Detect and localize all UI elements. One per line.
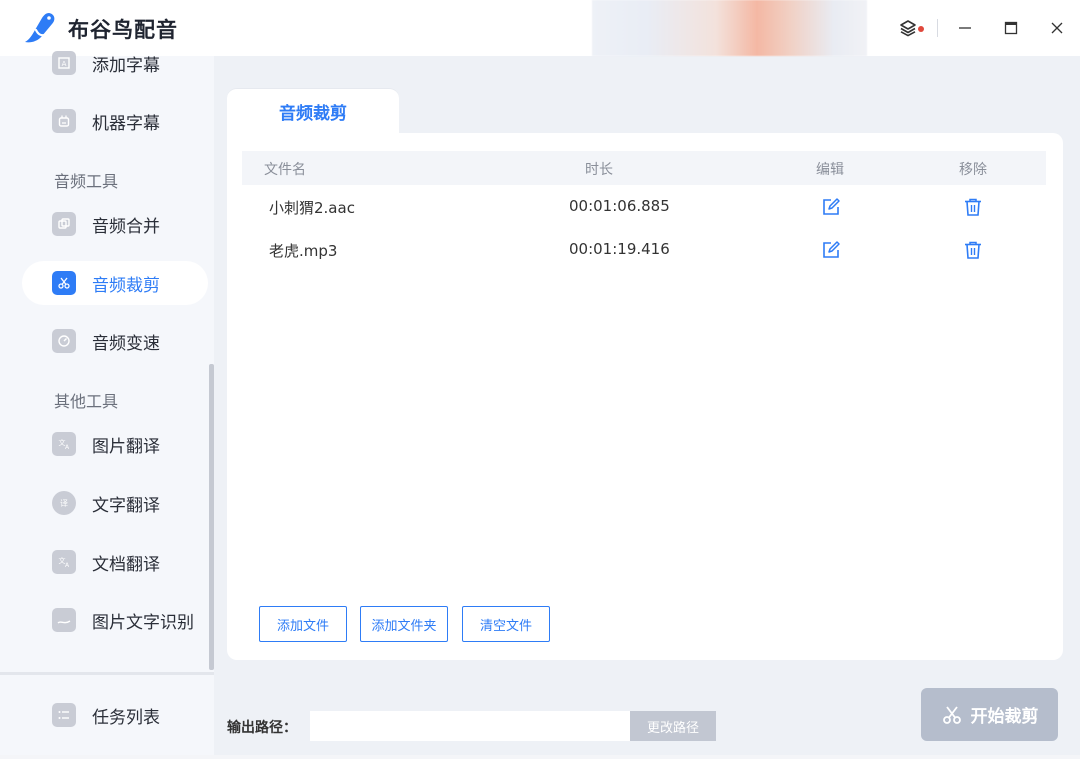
header-duration: 时长 — [585, 162, 613, 178]
table-row: 小刺猬2.aac 00:01:06.885 — [242, 187, 1046, 227]
sidebar-item-audio-cut[interactable]: 音频裁剪 — [22, 261, 208, 305]
svg-text:A: A — [65, 444, 70, 451]
table-row: 老虎.mp3 00:01:19.416 — [242, 230, 1046, 270]
sidebar-item-document-translate[interactable]: 文A 文档翻译 — [22, 540, 208, 584]
layers-button[interactable] — [885, 0, 931, 56]
edit-button[interactable] — [819, 195, 843, 219]
app-title: 布谷鸟配音 — [68, 18, 178, 42]
sidebar-item-label: 音频裁剪 — [92, 275, 160, 296]
close-button[interactable] — [1034, 0, 1080, 56]
sidebar-item-label: 图片文字识别 — [92, 612, 194, 633]
blurred-banner — [592, 0, 867, 56]
scissors-icon — [52, 271, 76, 295]
sidebar-scrollbar[interactable] — [209, 364, 214, 670]
start-cut-label: 开始裁剪 — [970, 707, 1039, 727]
task-list-icon — [52, 703, 76, 727]
sidebar-item-machine-subtitle[interactable]: 机器字幕 — [22, 99, 208, 143]
speed-icon — [52, 329, 76, 353]
sidebar-item-task-list[interactable]: 任务列表 — [22, 693, 208, 737]
maximize-icon — [1004, 21, 1018, 35]
file-duration: 00:01:06.885 — [569, 197, 670, 215]
maximize-button[interactable] — [988, 0, 1034, 56]
sidebar-item-audio-merge[interactable]: 音频合并 — [22, 202, 208, 246]
file-name: 小刺猬2.aac — [269, 199, 355, 217]
sidebar-item-audio-speed[interactable]: 音频变速 — [22, 319, 208, 363]
layers-icon — [900, 20, 916, 37]
sidebar-item-label: 音频变速 — [92, 333, 160, 354]
document-translate-icon: 文A — [52, 550, 76, 574]
ocr-icon — [52, 608, 76, 632]
start-cut-button[interactable]: 开始裁剪 — [921, 688, 1058, 741]
sidebar-item-ocr[interactable]: 图片文字识别 — [22, 598, 208, 642]
close-icon — [1051, 22, 1063, 34]
sidebar-item-label: 机器字幕 — [92, 113, 160, 134]
minimize-button[interactable] — [942, 0, 988, 56]
trash-icon — [965, 241, 981, 259]
header-edit: 编辑 — [816, 162, 844, 178]
header-filename: 文件名 — [264, 162, 306, 178]
tab-audio-cut[interactable]: 音频裁剪 — [227, 88, 399, 134]
sidebar-item-image-translate[interactable]: 文A 图片翻译 — [22, 422, 208, 466]
sidebar-item-label: 添加字幕 — [92, 55, 160, 76]
clear-files-button[interactable]: 清空文件 — [462, 606, 550, 642]
minimize-icon — [959, 27, 971, 29]
sidebar-item-label: 文档翻译 — [92, 554, 160, 575]
sidebar-item-label: 图片翻译 — [92, 436, 160, 457]
file-duration: 00:01:19.416 — [569, 240, 670, 258]
edit-icon — [823, 198, 840, 215]
bottom-strip — [0, 755, 1080, 759]
robot-icon — [52, 109, 76, 133]
sidebar: A 添加字幕 机器字幕 音频工具 音频合并 音频裁剪 音频变速 其他工具 文A … — [0, 51, 214, 672]
add-folder-button[interactable]: 添加文件夹 — [360, 606, 448, 642]
svg-text:译: 译 — [60, 499, 68, 508]
titlebar-separator — [937, 19, 938, 37]
remove-button[interactable] — [961, 238, 985, 262]
remove-button[interactable] — [961, 195, 985, 219]
sidebar-item-add-subtitle[interactable]: A 添加字幕 — [22, 41, 208, 85]
sidebar-item-label: 任务列表 — [92, 707, 160, 728]
edit-icon — [823, 241, 840, 258]
merge-icon — [52, 212, 76, 236]
sidebar-item-text-translate[interactable]: 译 文字翻译 — [22, 481, 208, 525]
section-audio-tools: 音频工具 — [54, 172, 119, 191]
svg-text:A: A — [65, 562, 70, 569]
trash-icon — [965, 198, 981, 216]
change-path-button[interactable]: 更改路径 — [630, 711, 716, 741]
svg-text:A: A — [62, 60, 67, 68]
sidebar-item-label: 音频合并 — [92, 216, 160, 237]
section-other-tools: 其他工具 — [54, 392, 119, 411]
file-name: 老虎.mp3 — [269, 242, 338, 260]
subtitle-add-icon: A — [52, 51, 76, 75]
image-translate-icon: 文A — [52, 432, 76, 456]
header-remove: 移除 — [959, 162, 987, 178]
sidebar-bottom: 任务列表 — [0, 672, 214, 759]
sidebar-item-label: 文字翻译 — [92, 495, 160, 516]
edit-button[interactable] — [819, 238, 843, 262]
output-path-label: 输出路径： — [227, 720, 297, 736]
scissors-icon — [942, 705, 961, 724]
file-panel: 文件名 时长 编辑 移除 小刺猬2.aac 00:01:06.885 老虎.mp… — [227, 133, 1063, 660]
add-file-button[interactable]: 添加文件 — [259, 606, 347, 642]
table-header: 文件名 时长 编辑 移除 — [242, 151, 1046, 185]
output-path-input[interactable] — [310, 711, 630, 741]
notification-dot — [918, 26, 924, 32]
text-translate-icon: 译 — [52, 491, 76, 515]
